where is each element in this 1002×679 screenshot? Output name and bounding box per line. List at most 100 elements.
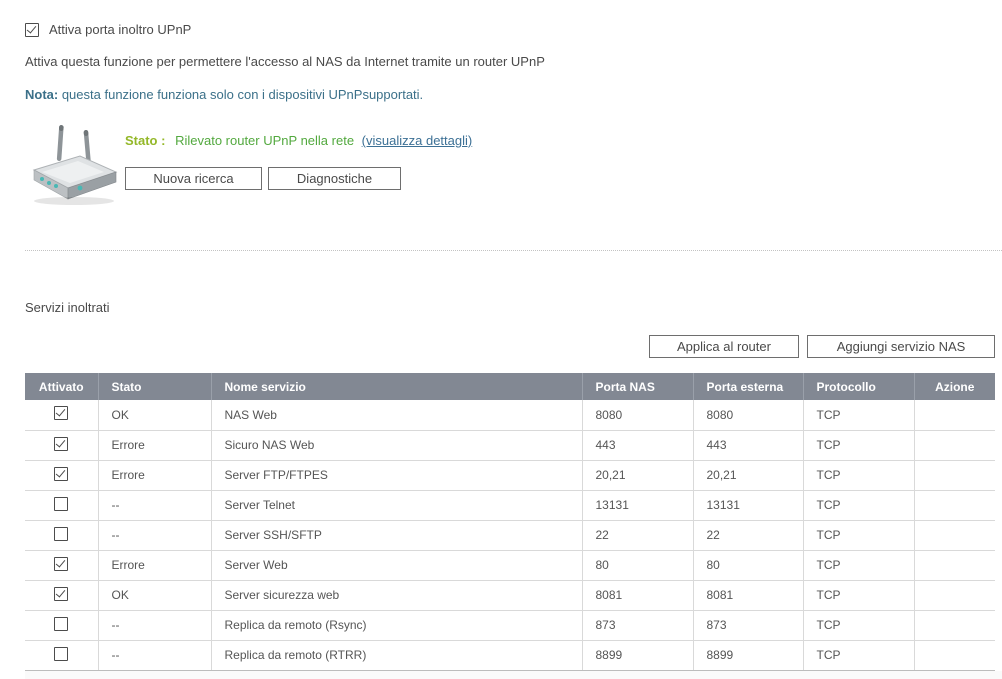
service-protocol-cell: TCP <box>803 400 914 430</box>
service-enabled-cell <box>25 460 98 490</box>
service-ext-port-cell: 8899 <box>693 640 803 670</box>
table-footer-strip <box>25 671 1002 679</box>
service-nas-port-cell: 8081 <box>582 580 693 610</box>
enable-upnp-checkbox[interactable] <box>25 23 39 37</box>
service-name-cell: Replica da remoto (Rsync) <box>211 610 582 640</box>
service-action-cell <box>914 640 995 670</box>
table-row: Errore Server FTP/FTPES 20,21 20,21 TCP <box>25 460 995 490</box>
service-action-cell <box>914 430 995 460</box>
service-status-cell: Errore <box>98 550 211 580</box>
table-row: Errore Sicuro NAS Web 443 443 TCP <box>25 430 995 460</box>
service-enabled-cell <box>25 610 98 640</box>
table-row: -- Server SSH/SFTP 22 22 TCP <box>25 520 995 550</box>
service-ext-port-cell: 8080 <box>693 400 803 430</box>
service-enabled-checkbox[interactable] <box>54 587 68 601</box>
apply-to-router-button[interactable]: Applica al router <box>649 335 799 358</box>
status-label: Stato : <box>125 133 165 148</box>
service-nas-port-cell: 8899 <box>582 640 693 670</box>
router-status-block: Stato : Rilevato router UPnP nella rete … <box>25 122 1002 206</box>
router-status-right: Stato : Rilevato router UPnP nella rete … <box>125 122 472 190</box>
service-name-cell: Server sicurezza web <box>211 580 582 610</box>
service-name-cell: Replica da remoto (RTRR) <box>211 640 582 670</box>
service-action-cell <box>914 490 995 520</box>
service-enabled-cell <box>25 550 98 580</box>
rescan-button[interactable]: Nuova ricerca <box>125 167 262 190</box>
router-icon <box>28 122 120 206</box>
service-action-cell <box>914 550 995 580</box>
table-actions: Applica al router Aggiungi servizio NAS <box>25 335 995 358</box>
service-enabled-checkbox[interactable] <box>54 437 68 451</box>
service-protocol-cell: TCP <box>803 610 914 640</box>
table-row: -- Replica da remoto (RTRR) 8899 8899 TC… <box>25 640 995 670</box>
service-nas-port-cell: 80 <box>582 550 693 580</box>
service-status-cell: -- <box>98 610 211 640</box>
service-protocol-cell: TCP <box>803 460 914 490</box>
note-text: Nota: questa funzione funziona solo con … <box>25 87 1002 102</box>
service-enabled-cell <box>25 400 98 430</box>
note-label: Nota: <box>25 87 58 102</box>
service-nas-port-cell: 13131 <box>582 490 693 520</box>
service-enabled-checkbox[interactable] <box>54 467 68 481</box>
service-nas-port-cell: 22 <box>582 520 693 550</box>
service-enabled-checkbox[interactable] <box>54 527 68 541</box>
service-enabled-checkbox[interactable] <box>54 497 68 511</box>
service-enabled-cell <box>25 580 98 610</box>
service-nas-port-cell: 20,21 <box>582 460 693 490</box>
service-enabled-checkbox[interactable] <box>54 406 68 420</box>
header-porta-nas: Porta NAS <box>582 373 693 400</box>
section-divider <box>25 250 1002 251</box>
service-name-cell: Server FTP/FTPES <box>211 460 582 490</box>
service-action-cell <box>914 400 995 430</box>
service-protocol-cell: TCP <box>803 520 914 550</box>
diagnostics-button[interactable]: Diagnostiche <box>268 167 401 190</box>
service-ext-port-cell: 13131 <box>693 490 803 520</box>
service-status-cell: -- <box>98 640 211 670</box>
status-line: Stato : Rilevato router UPnP nella rete … <box>125 133 472 148</box>
service-enabled-cell <box>25 490 98 520</box>
service-enabled-cell <box>25 430 98 460</box>
forwarded-services-title: Servizi inoltrati <box>25 300 1002 315</box>
service-protocol-cell: TCP <box>803 490 914 520</box>
service-action-cell <box>914 610 995 640</box>
table-row: -- Server Telnet 13131 13131 TCP <box>25 490 995 520</box>
header-protocollo: Protocollo <box>803 373 914 400</box>
service-name-cell: Server SSH/SFTP <box>211 520 582 550</box>
service-ext-port-cell: 80 <box>693 550 803 580</box>
header-stato: Stato <box>98 373 211 400</box>
service-nas-port-cell: 873 <box>582 610 693 640</box>
forwarded-services-table: Attivato Stato Nome servizio Porta NAS P… <box>25 373 995 671</box>
service-ext-port-cell: 20,21 <box>693 460 803 490</box>
add-nas-service-button[interactable]: Aggiungi servizio NAS <box>807 335 995 358</box>
service-action-cell <box>914 460 995 490</box>
service-name-cell: Sicuro NAS Web <box>211 430 582 460</box>
enable-upnp-label: Attiva porta inoltro UPnP <box>49 22 191 37</box>
service-status-cell: OK <box>98 580 211 610</box>
description-text: Attiva questa funzione per permettere l'… <box>25 54 1002 69</box>
view-details-link[interactable]: (visualizza dettagli) <box>362 133 473 148</box>
header-porta-esterna: Porta esterna <box>693 373 803 400</box>
service-ext-port-cell: 443 <box>693 430 803 460</box>
table-row: Errore Server Web 80 80 TCP <box>25 550 995 580</box>
header-attivato: Attivato <box>25 373 98 400</box>
service-enabled-checkbox[interactable] <box>54 617 68 631</box>
table-row: OK NAS Web 8080 8080 TCP <box>25 400 995 430</box>
enable-upnp-row: Attiva porta inoltro UPnP <box>25 22 1002 37</box>
service-protocol-cell: TCP <box>803 640 914 670</box>
table-body: OK NAS Web 8080 8080 TCP Errore Sicuro N… <box>25 400 995 670</box>
service-status-cell: -- <box>98 490 211 520</box>
service-status-cell: Errore <box>98 460 211 490</box>
service-enabled-cell <box>25 520 98 550</box>
header-nome-servizio: Nome servizio <box>211 373 582 400</box>
service-ext-port-cell: 8081 <box>693 580 803 610</box>
table-header-row: Attivato Stato Nome servizio Porta NAS P… <box>25 373 995 400</box>
service-name-cell: Server Telnet <box>211 490 582 520</box>
service-status-cell: -- <box>98 520 211 550</box>
service-enabled-checkbox[interactable] <box>54 647 68 661</box>
service-enabled-checkbox[interactable] <box>54 557 68 571</box>
table-row: OK Server sicurezza web 8081 8081 TCP <box>25 580 995 610</box>
service-name-cell: NAS Web <box>211 400 582 430</box>
service-action-cell <box>914 520 995 550</box>
service-name-cell: Server Web <box>211 550 582 580</box>
service-enabled-cell <box>25 640 98 670</box>
service-nas-port-cell: 443 <box>582 430 693 460</box>
